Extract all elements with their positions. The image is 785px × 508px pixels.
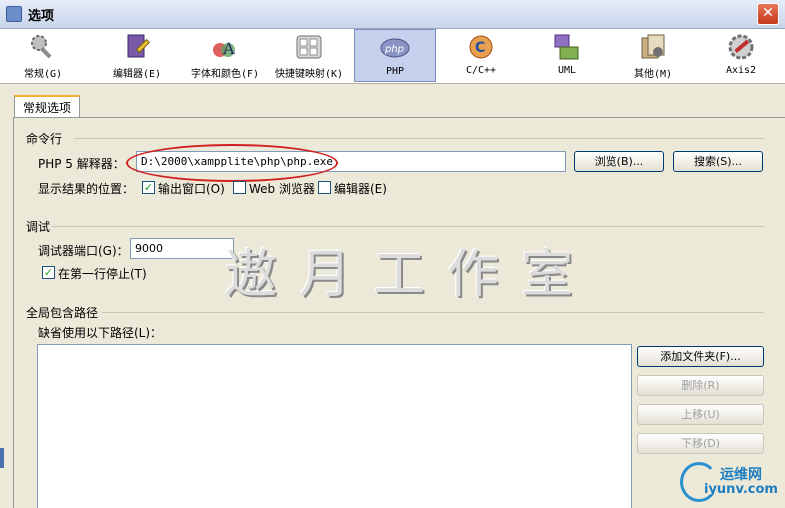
stop-first-line-checkbox[interactable]: ✓: [42, 266, 55, 279]
title-bar: 选项 ✕: [0, 0, 785, 29]
axis2-gear-icon: [728, 34, 754, 60]
default-path-label: 缺省使用以下路径(L)：: [38, 326, 163, 340]
editor-label: 编辑器(E): [334, 182, 387, 196]
divider: [102, 312, 764, 313]
move-up-button[interactable]: 上移(U): [637, 404, 764, 425]
misc-icon: [641, 34, 665, 59]
divider: [74, 138, 764, 139]
highlight-oval: [126, 144, 338, 182]
stop-first-line-label: 在第一行停止(T): [58, 267, 147, 281]
web-browser-checkbox[interactable]: [233, 181, 246, 194]
web-browser-label: Web 浏览器: [249, 182, 315, 196]
left-edge-strip: [0, 448, 4, 468]
browse-button[interactable]: 浏览(B)...: [574, 151, 664, 172]
site-logo-cn: 运维网: [720, 467, 762, 483]
cpp-icon: C: [469, 35, 493, 59]
add-folder-button[interactable]: 添加文件夹(F)...: [637, 346, 764, 367]
window-title: 选项: [28, 9, 55, 24]
font-color-icon: A: [213, 39, 235, 58]
site-logo-en: iyunv.com: [704, 482, 778, 497]
book-pencil-icon: [127, 34, 151, 58]
include-path-list[interactable]: [37, 344, 632, 508]
debugger-port-label: 调试器端口(G)：: [38, 244, 129, 258]
watermark-text: 遨月工作室: [225, 245, 596, 305]
svg-text:php: php: [384, 44, 404, 55]
wrench-gear-icon: [31, 35, 52, 59]
tab-general-options[interactable]: 常规选项: [14, 95, 81, 119]
close-button[interactable]: ✕: [757, 3, 779, 25]
svg-text:A: A: [222, 39, 235, 58]
output-location-label: 显示结果的位置：: [38, 182, 135, 196]
category-general[interactable]: 常规(G): [2, 29, 84, 82]
interpreter-label: PHP 5 解释器：: [38, 157, 125, 171]
keyboard-icon: [296, 35, 322, 59]
section-title-debug: 调试: [26, 220, 51, 234]
php-icon: php: [380, 38, 410, 58]
category-misc[interactable]: 其他(M): [612, 29, 694, 82]
output-window-label: 输出窗口(O): [158, 182, 225, 196]
section-title-command-line: 命令行: [26, 132, 63, 146]
remove-button[interactable]: 删除(R): [637, 375, 764, 396]
category-uml[interactable]: UML: [526, 29, 608, 82]
category-cpp[interactable]: C C/C++: [440, 29, 522, 82]
search-button[interactable]: 搜索(S)...: [673, 151, 763, 172]
category-axis2[interactable]: Axis2: [700, 29, 782, 82]
debugger-port-field[interactable]: 9000: [130, 238, 234, 259]
category-php[interactable]: php PHP: [354, 29, 436, 82]
divider: [52, 226, 764, 227]
editor-checkbox[interactable]: [318, 181, 331, 194]
category-toolbar: 常规(G) 编辑器(E) A 字体和颜色(F) 快捷键映射(K) php PHP…: [0, 29, 785, 84]
category-editor[interactable]: 编辑器(E): [96, 29, 178, 82]
output-window-checkbox[interactable]: ✓: [142, 181, 155, 194]
category-fonts-colors[interactable]: A 字体和颜色(F): [184, 29, 266, 82]
move-down-button[interactable]: 下移(D): [637, 433, 764, 454]
category-keymap[interactable]: 快捷键映射(K): [268, 29, 350, 82]
section-title-include-path: 全局包含路径: [26, 306, 99, 320]
svg-text:C: C: [475, 40, 485, 56]
uml-icon: [554, 34, 579, 60]
app-icon: [6, 6, 22, 22]
